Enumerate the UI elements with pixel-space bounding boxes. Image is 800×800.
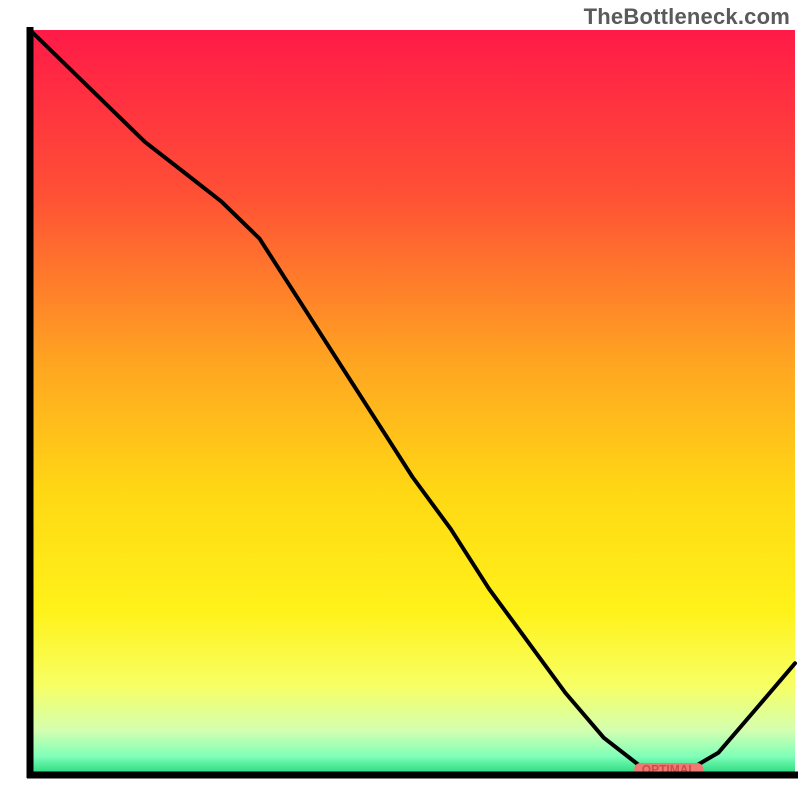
chart-svg: OPTIMAL (0, 0, 800, 800)
watermark-text: TheBottleneck.com (584, 4, 790, 30)
chart-container: OPTIMAL TheBottleneck.com (0, 0, 800, 800)
